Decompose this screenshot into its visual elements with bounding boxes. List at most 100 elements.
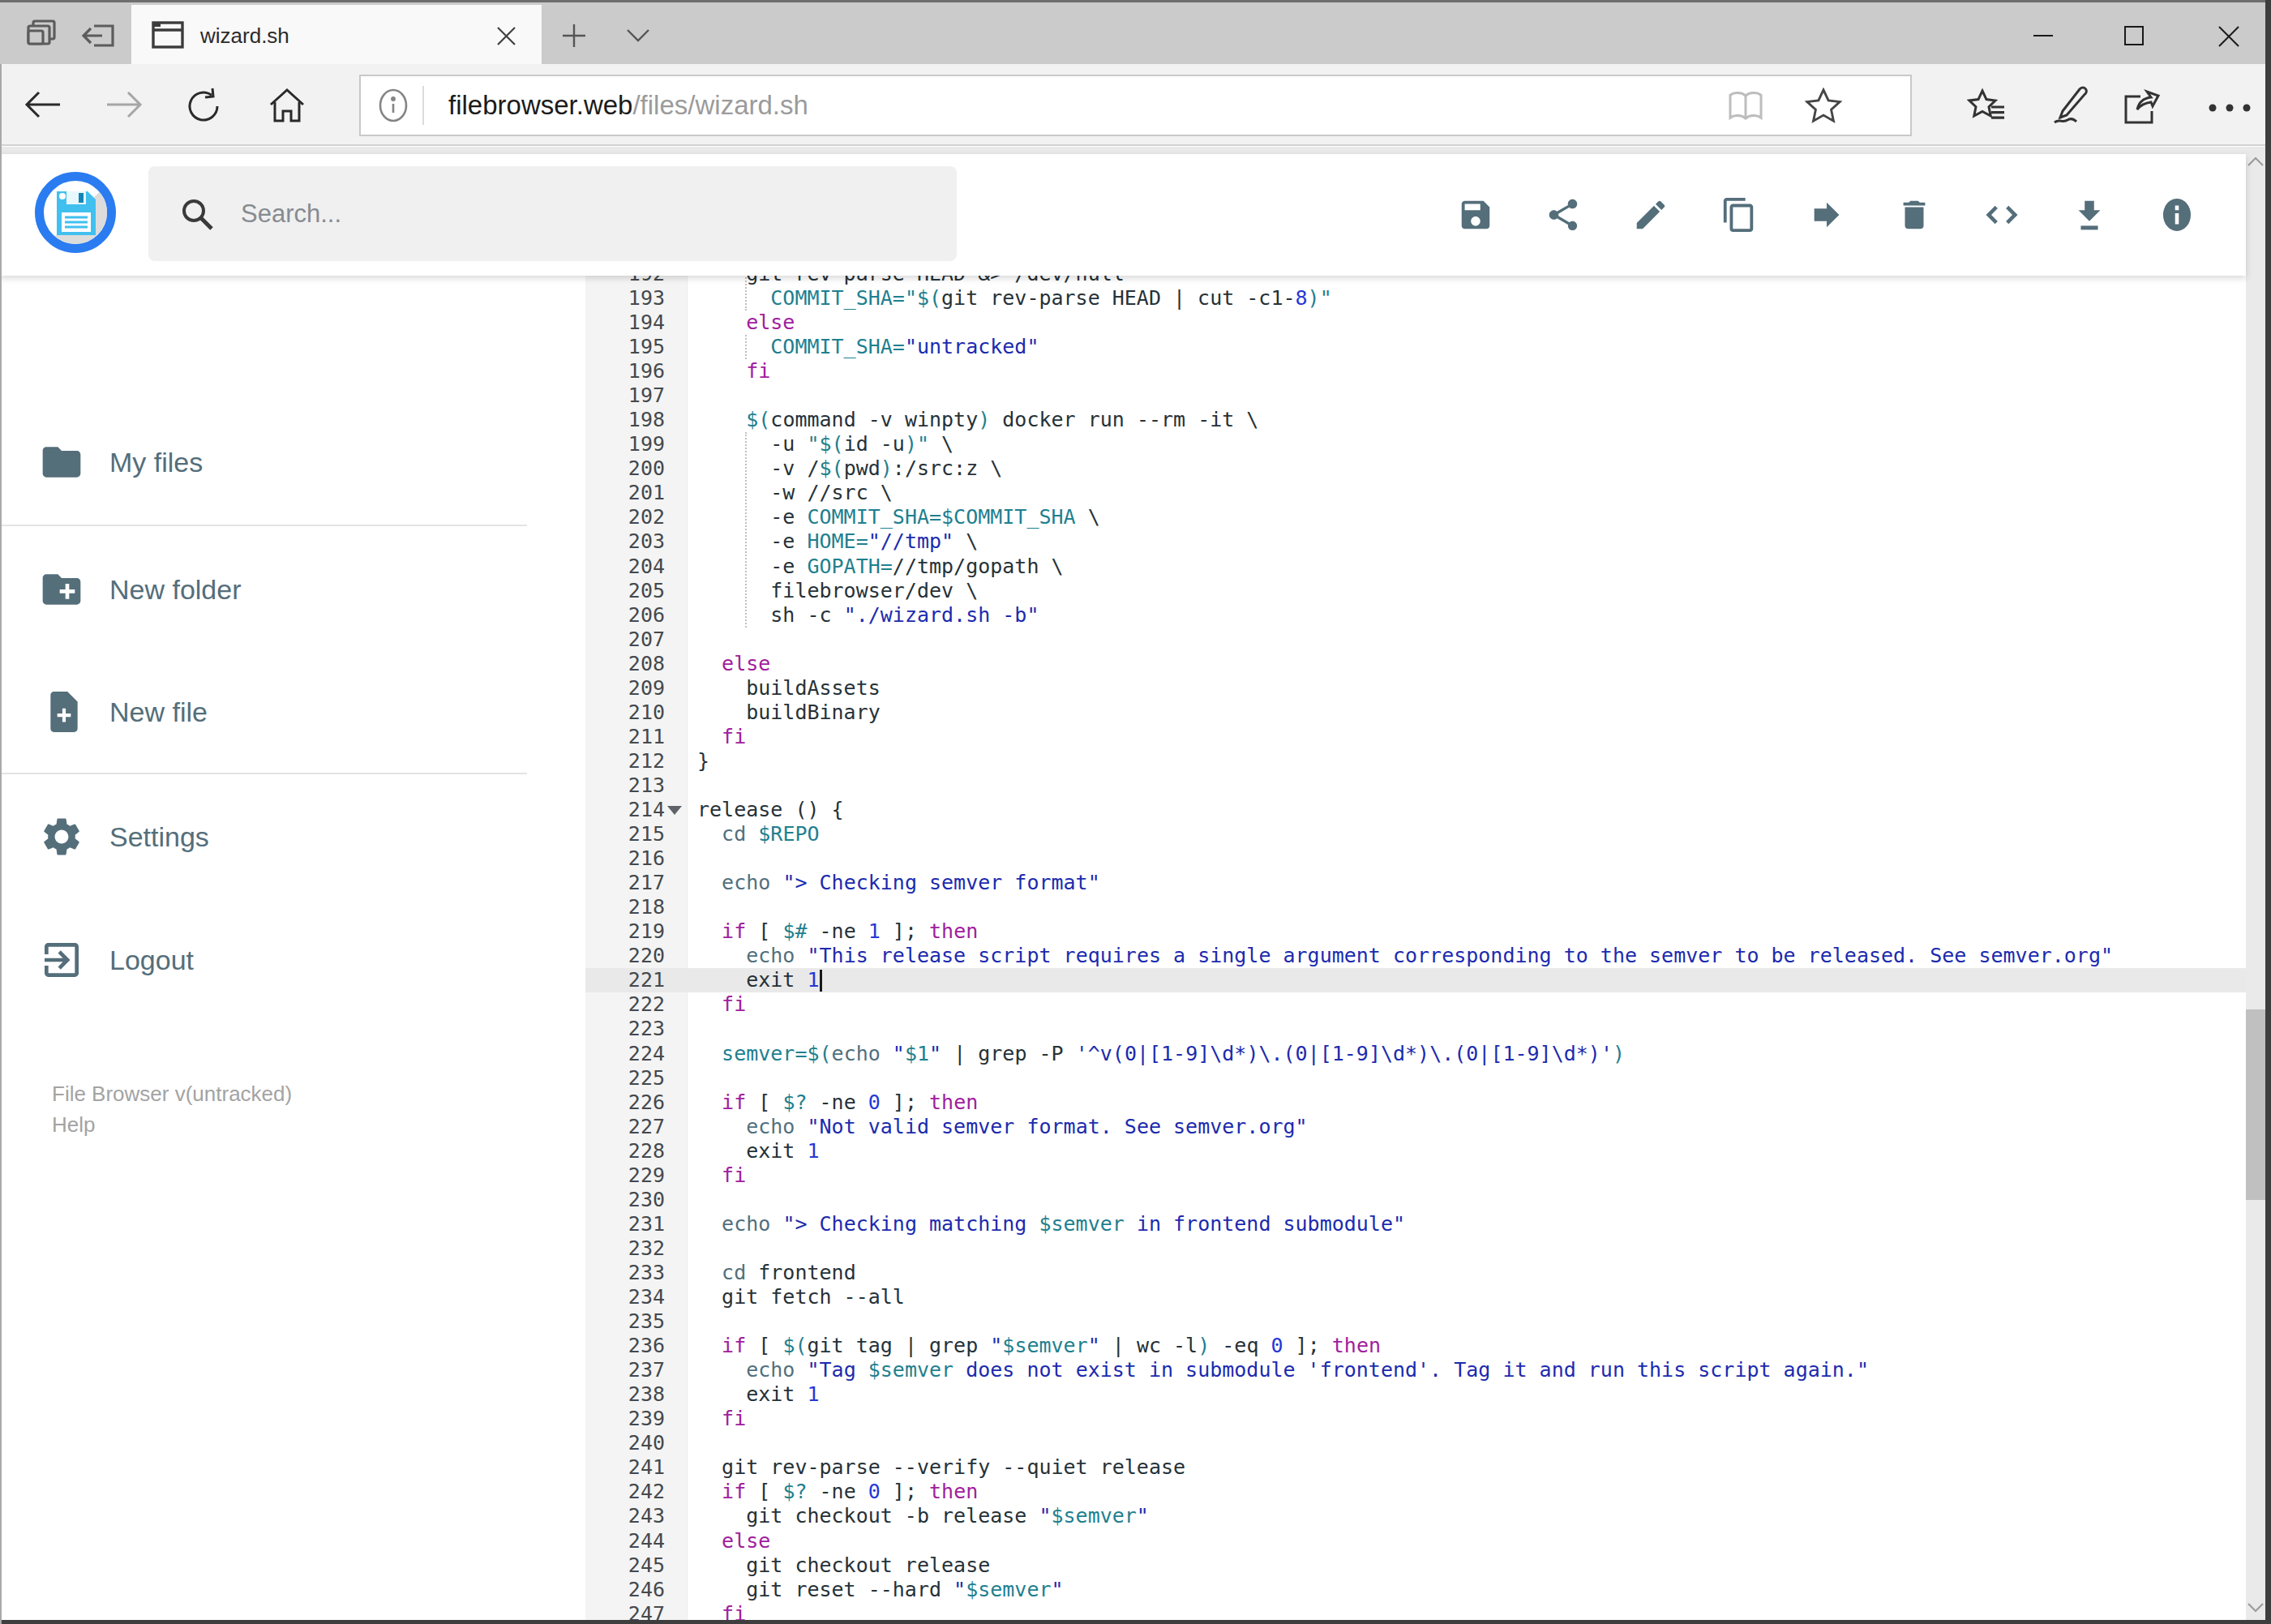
code-line[interactable]: 206 sh -c "./wizard.sh -b": [585, 603, 2246, 628]
code-line[interactable]: 234 git fetch --all: [585, 1285, 2246, 1309]
code-line[interactable]: 239 fi: [585, 1407, 2246, 1431]
favorite-star-icon[interactable]: [1805, 88, 1842, 123]
code-line[interactable]: 220 echo "This release script requires a…: [585, 944, 2246, 968]
tab-preview-icon[interactable]: [24, 19, 62, 53]
forward-icon[interactable]: [105, 88, 143, 121]
code-line[interactable]: 245 git checkout release: [585, 1553, 2246, 1578]
code-line[interactable]: 237 echo "Tag $semver does not exist in …: [585, 1358, 2246, 1382]
code-line[interactable]: 194 else: [585, 311, 2246, 335]
code-line[interactable]: 243 git checkout -b release "$semver": [585, 1504, 2246, 1528]
new-tab-icon[interactable]: [561, 23, 587, 49]
code-line[interactable]: 229 fi: [585, 1163, 2246, 1188]
code-line[interactable]: 197: [585, 384, 2246, 408]
code-line[interactable]: 238 exit 1: [585, 1382, 2246, 1407]
sidebar-item-my-files[interactable]: My files: [0, 426, 568, 499]
code-line[interactable]: 212}: [585, 749, 2246, 773]
address-bar[interactable]: filebrowser.web/files/wizard.sh: [359, 75, 1912, 136]
code-line[interactable]: 225: [585, 1066, 2246, 1091]
code-line[interactable]: 201 -w //src \: [585, 481, 2246, 505]
help-link[interactable]: Help: [52, 1109, 95, 1140]
code-line[interactable]: 240: [585, 1431, 2246, 1455]
code-line[interactable]: 223: [585, 1017, 2246, 1041]
code-line[interactable]: 209 buildAssets: [585, 676, 2246, 701]
maximize-button[interactable]: [2123, 25, 2145, 46]
code-line[interactable]: 227 echo "Not valid semver format. See s…: [585, 1115, 2246, 1139]
code-line[interactable]: 230: [585, 1188, 2246, 1212]
code-line[interactable]: 222 fi: [585, 992, 2246, 1017]
move-button[interactable]: [1808, 196, 1845, 234]
code-line[interactable]: 195 COMMIT_SHA="untracked": [585, 335, 2246, 359]
copy-button[interactable]: [1720, 196, 1758, 234]
code-line[interactable]: 199 -u "$(id -u)" \: [585, 432, 2246, 456]
tab-close-icon[interactable]: [495, 25, 517, 47]
sidebar-item-new-folder[interactable]: New folder: [0, 553, 568, 626]
more-options-icon[interactable]: [2207, 103, 2252, 113]
sidebar-item-new-file[interactable]: New file: [0, 675, 568, 748]
code-line[interactable]: 196 fi: [585, 359, 2246, 384]
search-box[interactable]: Search...: [148, 166, 957, 261]
tab-list-chevron-icon[interactable]: [626, 28, 650, 43]
sidebar-item-settings[interactable]: Settings: [0, 800, 568, 873]
refresh-icon[interactable]: [185, 87, 224, 126]
code-line[interactable]: 236 if [ $(git tag | grep "$semver" | wc…: [585, 1334, 2246, 1358]
code-line[interactable]: 217 echo "> Checking semver format": [585, 871, 2246, 895]
code-line[interactable]: 233 cd frontend: [585, 1261, 2246, 1285]
set-tabs-aside-icon[interactable]: [81, 19, 118, 53]
code-line[interactable]: 219 if [ $# -ne 1 ]; then: [585, 919, 2246, 944]
code-line[interactable]: 235: [585, 1309, 2246, 1334]
url-text[interactable]: filebrowser.web/files/wizard.sh: [448, 76, 808, 135]
raw-code-button[interactable]: [1983, 196, 2020, 234]
favorites-hub-icon[interactable]: [1967, 88, 2006, 124]
app-logo[interactable]: [35, 172, 116, 253]
code-line[interactable]: 231 echo "> Checking matching $semver in…: [585, 1212, 2246, 1236]
annotate-pen-icon[interactable]: [2050, 85, 2090, 127]
code-editor[interactable]: 192 git rev-parse HEAD &> /dev/null193 C…: [585, 276, 2246, 1624]
save-button[interactable]: [1457, 196, 1494, 234]
scrollbar-thumb[interactable]: [2246, 1009, 2265, 1200]
browser-tab[interactable]: wizard.sh: [131, 5, 542, 66]
window-close-button[interactable]: [2217, 25, 2240, 48]
scroll-down-icon[interactable]: [2247, 1602, 2265, 1613]
code-line[interactable]: 232: [585, 1236, 2246, 1261]
home-icon[interactable]: [268, 87, 306, 124]
code-line[interactable]: 244 else: [585, 1529, 2246, 1553]
share-file-button[interactable]: [1545, 196, 1582, 234]
code-line[interactable]: 210 buildBinary: [585, 701, 2246, 725]
code-line[interactable]: 242 if [ $? -ne 0 ]; then: [585, 1480, 2246, 1504]
code-line[interactable]: 218: [585, 895, 2246, 919]
code-line[interactable]: 211 fi: [585, 725, 2246, 749]
code-line[interactable]: 214release () {: [585, 798, 2246, 822]
code-line[interactable]: 202 -e COMMIT_SHA=$COMMIT_SHA \: [585, 505, 2246, 529]
code-line[interactable]: 203 -e HOME="//tmp" \: [585, 529, 2246, 554]
code-line[interactable]: 213: [585, 773, 2246, 798]
code-line[interactable]: 204 -e GOPATH=//tmp/gopath \: [585, 555, 2246, 579]
scroll-up-icon[interactable]: [2247, 156, 2265, 167]
minimize-button[interactable]: [2033, 25, 2054, 46]
code-line[interactable]: 198 $(command -v winpty) docker run --rm…: [585, 408, 2246, 432]
code-line[interactable]: 200 -v /$(pwd):/src:z \: [585, 456, 2246, 481]
reading-view-icon[interactable]: [1727, 89, 1764, 122]
edit-button[interactable]: [1632, 196, 1669, 234]
delete-button[interactable]: [1896, 196, 1933, 234]
code-line[interactable]: 216: [585, 846, 2246, 871]
code-line[interactable]: 221 exit 1: [585, 968, 2246, 992]
code-line[interactable]: 205 filebrowser/dev \: [585, 579, 2246, 603]
code-line[interactable]: 193 COMMIT_SHA="$(git rev-parse HEAD | c…: [585, 286, 2246, 311]
code-line[interactable]: 226 if [ $? -ne 0 ]; then: [585, 1091, 2246, 1115]
site-info-icon[interactable]: [375, 88, 411, 123]
page-scrollbar[interactable]: [2246, 154, 2265, 1620]
code-line[interactable]: 215 cd $REPO: [585, 822, 2246, 846]
code-line[interactable]: 228 exit 1: [585, 1139, 2246, 1163]
back-icon[interactable]: [24, 88, 62, 121]
code-line[interactable]: 192 git rev-parse HEAD &> /dev/null: [585, 276, 2246, 286]
code-line[interactable]: 224 semver=$(echo "$1" | grep -P '^v(0|[…: [585, 1042, 2246, 1066]
sidebar-item-logout[interactable]: Logout: [0, 923, 568, 996]
code-line[interactable]: 207: [585, 628, 2246, 652]
code-line[interactable]: 241 git rev-parse --verify --quiet relea…: [585, 1455, 2246, 1480]
app-version[interactable]: File Browser v(untracked): [52, 1078, 292, 1109]
info-button[interactable]: [2158, 196, 2196, 234]
fold-arrow-icon[interactable]: [667, 806, 682, 815]
share-icon[interactable]: [2121, 87, 2162, 126]
code-line[interactable]: 208 else: [585, 652, 2246, 676]
code-line[interactable]: 246 git reset --hard "$semver": [585, 1578, 2246, 1602]
